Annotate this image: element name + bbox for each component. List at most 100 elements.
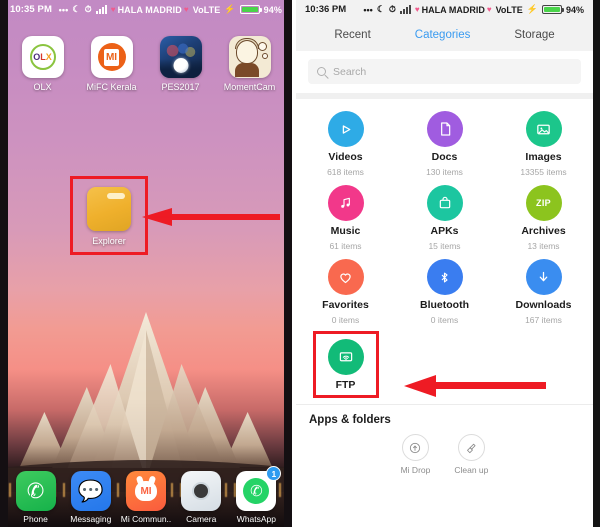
app-momentcam[interactable]: MomentCam [215,36,284,92]
category-row: Favorites 0 items Bluetooth 0 items Down… [296,253,593,327]
dock-label: Messaging [70,514,112,524]
search-section [296,51,593,93]
dock-app-messaging[interactable]: 💬 Messaging [63,471,118,524]
tab-bar: Recent Categories Storage [296,19,593,51]
folder-icon[interactable] [87,187,131,231]
dock-label: Phone [23,514,48,524]
app-mifc-kerala[interactable]: MI MiFC Kerala [77,36,146,92]
package-icon [426,185,463,221]
category-videos[interactable]: Videos 618 items [296,111,395,177]
category-count: 0 items [430,315,459,325]
ftp-label: FTP [335,379,356,391]
download-icon [525,259,562,295]
category-downloads[interactable]: Downloads 167 items [494,259,593,325]
category-favorites[interactable]: Favorites 0 items [296,259,395,325]
momentcam-app-icon [228,36,271,78]
tab-storage[interactable]: Storage [514,29,554,41]
category-name: Docs [431,151,458,163]
camera-icon [181,471,222,511]
signal-bars-icon [399,5,411,14]
dock-app-phone[interactable]: ✆ Phone [8,471,63,524]
category-bluetooth[interactable]: Bluetooth 0 items [395,259,494,325]
tab-recent[interactable]: Recent [334,29,370,41]
tool-label: Mi Drop [400,465,431,475]
dock-app-whatsapp[interactable]: ✆ 1 WhatsApp [229,466,284,524]
play-icon [327,111,364,147]
explorer-red-highlight-box: Explorer [70,176,148,255]
bolt-icon: ⚡ [526,4,538,14]
arrow-pointing-to-explorer [142,208,280,226]
apps-and-folders-section: Apps & folders [296,404,593,430]
alarm-icon: ⏱ [84,4,92,14]
category-row: Videos 618 items Docs 130 items Images 1… [296,105,593,179]
dock-label: Mi Commun.. [120,514,172,524]
phone-icon: ✆ [15,471,56,511]
category-count: 130 items [426,167,463,177]
explorer-label: Explorer [92,236,126,246]
app-olx[interactable]: OLX OLX [8,36,77,92]
arrow-pointing-to-ftp [404,375,546,397]
music-note-icon [327,185,364,221]
dock-app-mi-community[interactable]: MI Mi Commun.. [118,471,173,524]
ftp-wifi-icon [327,339,364,375]
tab-categories[interactable]: Categories [415,29,471,41]
bolt-icon: ⚡ [224,4,236,14]
right-phone-file-manager: 10:36 PM ••• ☾ ⏱ ♥ HALA MADRID ♥ VoLTE ⚡… [296,0,600,527]
heart-icon: ♥ [183,5,189,14]
status-time: 10:36 PM [305,4,347,15]
comparison-screenshot: 10:35 PM ••• ☾ ⏱ ♥ HALA MADRID ♥ VoLTE ⚡… [0,0,600,527]
ftp-red-highlight-box[interactable]: FTP [312,331,379,398]
status-icons: ••• ☾ ⏱ ♥ HALA MADRID ♥ VoLTE ⚡ 94% [363,4,584,15]
more-dots-icon: ••• [363,4,373,15]
tool-mi-drop[interactable]: Mi Drop [400,434,431,475]
home-dock: ✆ Phone 💬 Messaging MI Mi Commun.. Camer… [8,466,284,524]
category-count: 13 items [527,241,560,251]
tools-row: Mi Drop Clean up [296,430,593,481]
category-music[interactable]: Music 61 items [296,185,395,251]
pes2017-app-icon [159,36,202,78]
dock-app-camera[interactable]: Camera [174,471,229,524]
category-count: 167 items [525,315,562,325]
mi-community-icon: MI [126,471,166,511]
notification-badge: 1 [266,466,282,481]
left-phone-home-screen: 10:35 PM ••• ☾ ⏱ ♥ HALA MADRID ♥ VoLTE ⚡… [0,0,296,527]
app-pes2017[interactable]: PES2017 [146,36,215,92]
home-app-row-1: OLX OLX MI MiFC Kerala PES2017 MomentCam [8,36,284,92]
category-name: Images [525,151,562,163]
olx-app-icon: OLX [21,36,64,78]
category-count: 618 items [327,167,364,177]
category-name: Favorites [322,299,369,311]
network-label: VoLTE [192,4,221,15]
category-name: Videos [328,151,363,163]
carrier-label: ♥ HALA MADRID ♥ [110,4,189,15]
app-label: MomentCam [223,82,276,92]
category-apks[interactable]: APKs 15 items [395,185,494,251]
right-phone-bezel [593,0,600,527]
app-label: OLX [33,82,52,92]
battery-percent: 94% [565,4,584,15]
search-bar[interactable] [308,59,581,84]
category-name: Archives [521,225,566,237]
explorer-highlight-group: Explorer [70,176,148,255]
mifc-kerala-app-icon: MI [90,36,133,78]
dock-label: Camera [186,514,217,524]
alarm-icon: ⏱ [388,4,396,14]
heart-icon: ♥ [414,5,420,14]
tool-clean-up[interactable]: Clean up [454,434,488,475]
signal-bars-icon [95,5,107,14]
moon-icon: ☾ [376,4,385,14]
category-images[interactable]: Images 13355 items [494,111,593,177]
category-name: Downloads [515,299,572,311]
right-bezel [284,0,292,527]
category-count: 13355 items [520,167,567,177]
category-archives[interactable]: ZIP Archives 13 items [494,185,593,251]
battery-percent: 94% [263,4,282,15]
message-bubble-icon: 💬 [70,471,111,511]
search-input[interactable] [333,65,572,78]
category-docs[interactable]: Docs 130 items [395,111,494,177]
category-name: APKs [430,225,459,237]
moon-icon: ☾ [72,4,81,14]
app-label: MiFC Kerala [86,82,137,92]
category-count: 61 items [329,241,362,251]
status-time: 10:35 PM [10,4,52,15]
